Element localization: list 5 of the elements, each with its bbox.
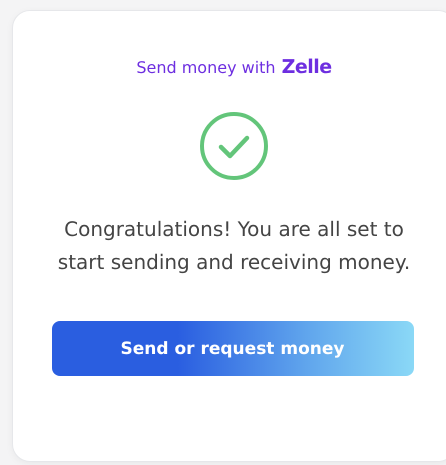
check-circle-icon — [199, 111, 269, 181]
success-message: Congratulations! You are all set to start sending and receiving money. — [56, 216, 412, 276]
header-text: Send money with — [136, 58, 276, 77]
send-request-button[interactable]: Send or request money — [52, 321, 414, 376]
brand-logo: Zelle — [282, 56, 332, 78]
